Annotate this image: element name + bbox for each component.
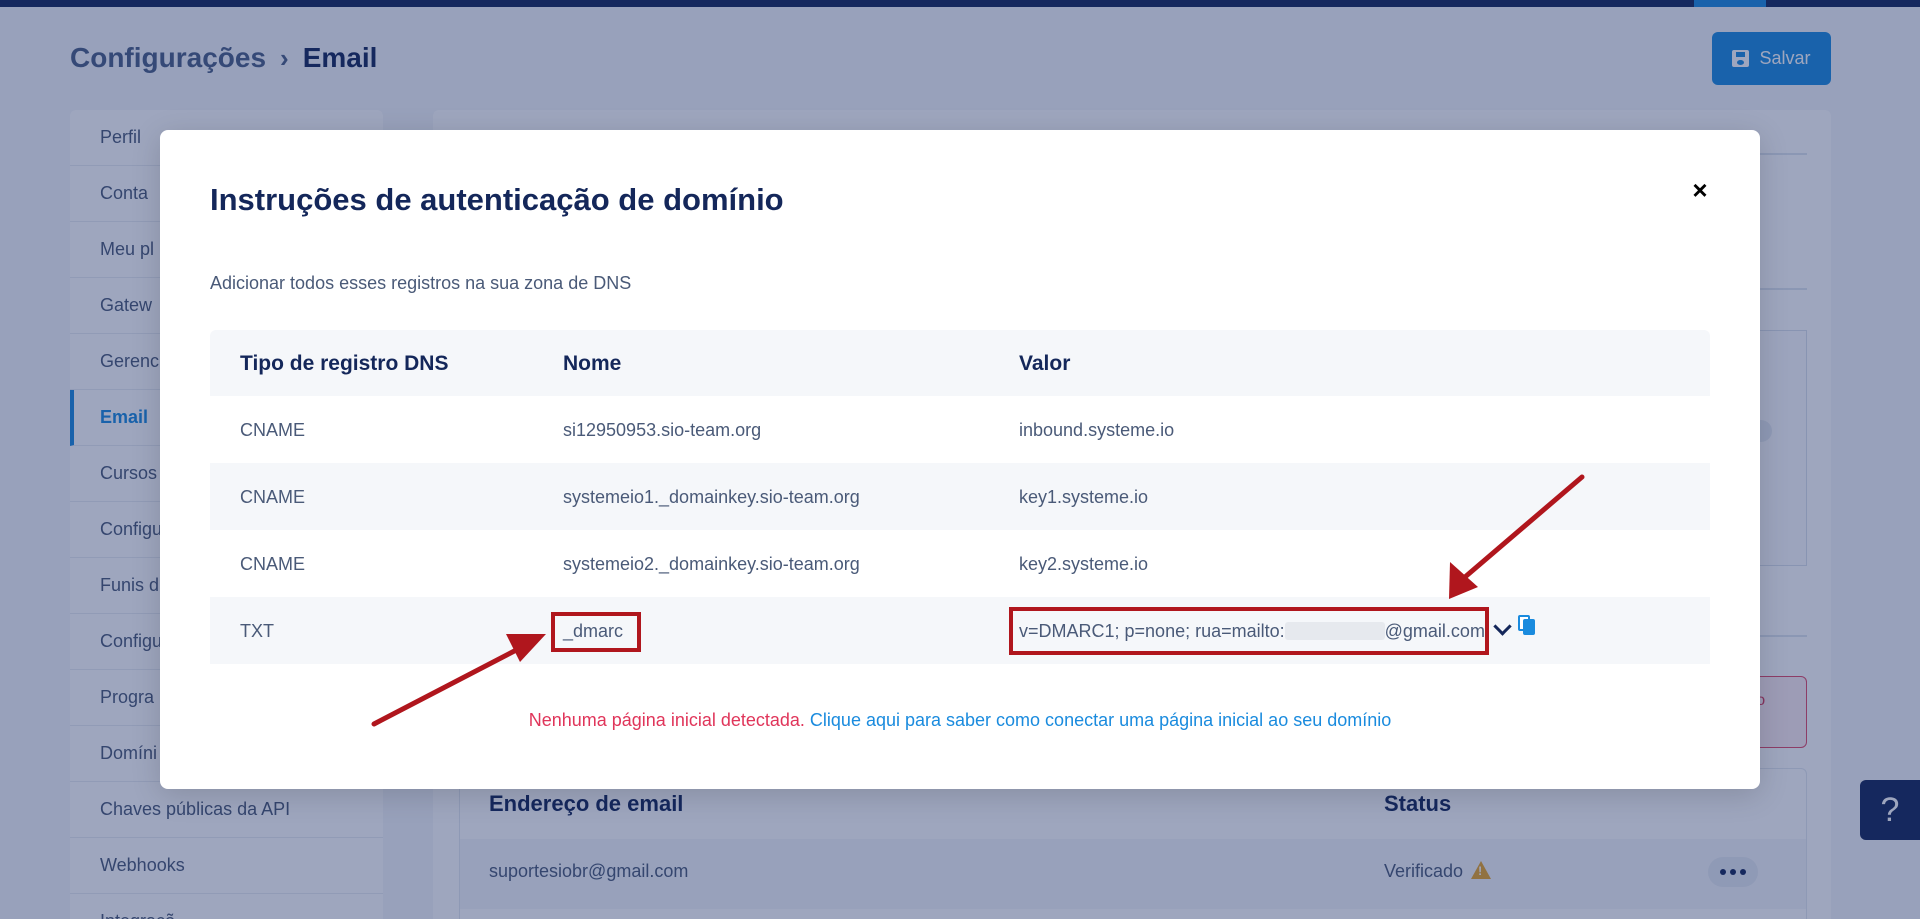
copy-icon-front	[1523, 619, 1535, 635]
record-type: CNAME	[240, 554, 306, 574]
column-header-value: Valor	[1019, 352, 1071, 375]
note-warning-text: Nenhuma página inicial detectada.	[528, 710, 805, 730]
table-row: CNAME systemeio2._domainkey.sio-team.org…	[210, 530, 1710, 597]
no-landing-page-note: Nenhuma página inicial detectada. Clique…	[160, 710, 1760, 731]
modal-subtitle: Adicionar todos esses registros na sua z…	[210, 273, 632, 293]
table-row: CNAME si12950953.sio-team.org inbound.sy…	[210, 396, 1710, 463]
record-name: si12950953.sio-team.org	[563, 420, 762, 440]
record-name: systemeio1._domainkey.sio-team.org	[563, 487, 860, 507]
record-name: systemeio2._domainkey.sio-team.org	[563, 554, 860, 574]
record-value: inbound.systeme.io	[1019, 420, 1175, 440]
table-row: CNAME systemeio1._domainkey.sio-team.org…	[210, 463, 1710, 530]
highlight-box-name	[551, 612, 641, 652]
modal-title: Instruções de autenticação de domínio	[210, 182, 784, 217]
highlight-box-value	[1009, 607, 1489, 655]
copy-icon[interactable]	[1518, 615, 1538, 637]
record-type: CNAME	[240, 420, 306, 440]
close-icon[interactable]: ×	[1688, 175, 1712, 205]
chevron-down-icon[interactable]	[1492, 619, 1512, 639]
record-type: CNAME	[240, 487, 306, 507]
domain-auth-modal: Instruções de autenticação de domínio × …	[160, 130, 1760, 789]
record-type: TXT	[240, 621, 274, 641]
column-header-name: Nome	[563, 352, 622, 375]
column-header-type: Tipo de registro DNS	[240, 352, 449, 375]
record-value: key1.systeme.io	[1019, 487, 1149, 507]
record-value: key2.systeme.io	[1019, 554, 1149, 574]
table-header: Tipo de registro DNS Nome Valor	[210, 330, 1710, 396]
connect-landing-page-link[interactable]: Clique aqui para saber como conectar uma…	[810, 710, 1391, 730]
